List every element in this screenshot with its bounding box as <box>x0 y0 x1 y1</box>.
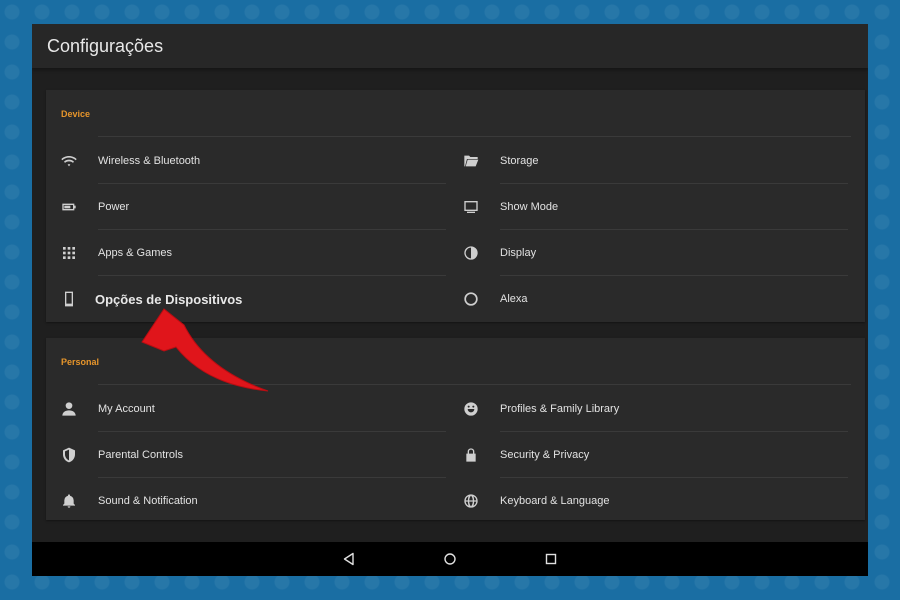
back-icon <box>343 552 354 566</box>
battery-icon <box>60 198 78 216</box>
settings-item-device-options[interactable]: Opções de Dispositivos <box>46 276 446 322</box>
settings-item-label: My Account <box>98 403 155 415</box>
personal-left-column: My Account Parental Controls Sound & Not… <box>46 386 446 524</box>
settings-item-apps-games[interactable]: Apps & Games <box>46 230 446 276</box>
settings-item-label: Security & Privacy <box>500 449 590 461</box>
settings-item-my-account[interactable]: My Account <box>46 386 446 432</box>
face-icon <box>462 400 480 418</box>
recents-icon <box>545 553 557 565</box>
settings-item-label: Power <box>98 201 130 213</box>
settings-item-sound-notification[interactable]: Sound & Notification <box>46 478 446 524</box>
settings-item-label: Alexa <box>500 293 528 305</box>
globe-icon <box>462 492 480 510</box>
settings-item-profiles-family-library[interactable]: Profiles & Family Library <box>448 386 848 432</box>
contrast-icon <box>462 244 480 262</box>
alexa-ring-icon <box>462 290 480 308</box>
home-icon <box>444 553 456 565</box>
settings-item-label: Show Mode <box>500 201 559 213</box>
tablet-screen: Configurações Device Wireless & Bluetoot… <box>32 24 868 576</box>
settings-item-label: Wireless & Bluetooth <box>98 155 201 167</box>
settings-item-power[interactable]: Power <box>46 184 446 230</box>
shield-icon <box>60 446 78 464</box>
settings-item-label: Parental Controls <box>98 449 183 461</box>
settings-content: Device Wireless & Bluetooth Power Apps &… <box>32 68 868 542</box>
apps-grid-icon <box>60 244 78 262</box>
settings-item-storage[interactable]: Storage <box>448 138 848 184</box>
recents-button[interactable] <box>543 551 559 567</box>
settings-item-display[interactable]: Display <box>448 230 848 276</box>
settings-item-parental-controls[interactable]: Parental Controls <box>46 432 446 478</box>
home-button[interactable] <box>442 551 458 567</box>
lock-icon <box>462 446 480 464</box>
section-header-device: Device <box>61 90 851 138</box>
folder-icon <box>462 152 480 170</box>
settings-item-label: Display <box>500 247 537 259</box>
settings-item-label: Sound & Notification <box>98 495 198 507</box>
navigation-bar <box>32 542 868 576</box>
section-header-personal: Personal <box>61 338 851 386</box>
personal-right-column: Profiles & Family Library Security & Pri… <box>448 386 848 524</box>
back-button[interactable] <box>341 551 357 567</box>
wifi-icon <box>60 152 78 170</box>
settings-item-label: Keyboard & Language <box>500 495 610 507</box>
phone-icon <box>60 290 78 308</box>
settings-item-show-mode[interactable]: Show Mode <box>448 184 848 230</box>
bell-icon <box>60 492 78 510</box>
device-section: Device Wireless & Bluetooth Power Apps &… <box>46 90 865 322</box>
settings-item-label: Profiles & Family Library <box>500 403 620 415</box>
device-left-column: Wireless & Bluetooth Power Apps & Games <box>46 138 446 322</box>
settings-item-label: Opções de Dispositivos <box>95 291 243 307</box>
app-bar: Configurações <box>32 24 868 68</box>
settings-item-label: Storage <box>500 155 539 167</box>
device-right-column: Storage Show Mode Display Alexa <box>448 138 848 322</box>
settings-item-wireless-bluetooth[interactable]: Wireless & Bluetooth <box>46 138 446 184</box>
personal-section: Personal My Account Parental Controls So… <box>46 338 865 520</box>
settings-item-alexa[interactable]: Alexa <box>448 276 848 322</box>
person-icon <box>60 400 78 418</box>
settings-item-keyboard-language[interactable]: Keyboard & Language <box>448 478 848 524</box>
settings-item-security-privacy[interactable]: Security & Privacy <box>448 432 848 478</box>
monitor-icon <box>462 198 480 216</box>
page-title: Configurações <box>47 35 164 56</box>
settings-item-label: Apps & Games <box>98 247 172 259</box>
